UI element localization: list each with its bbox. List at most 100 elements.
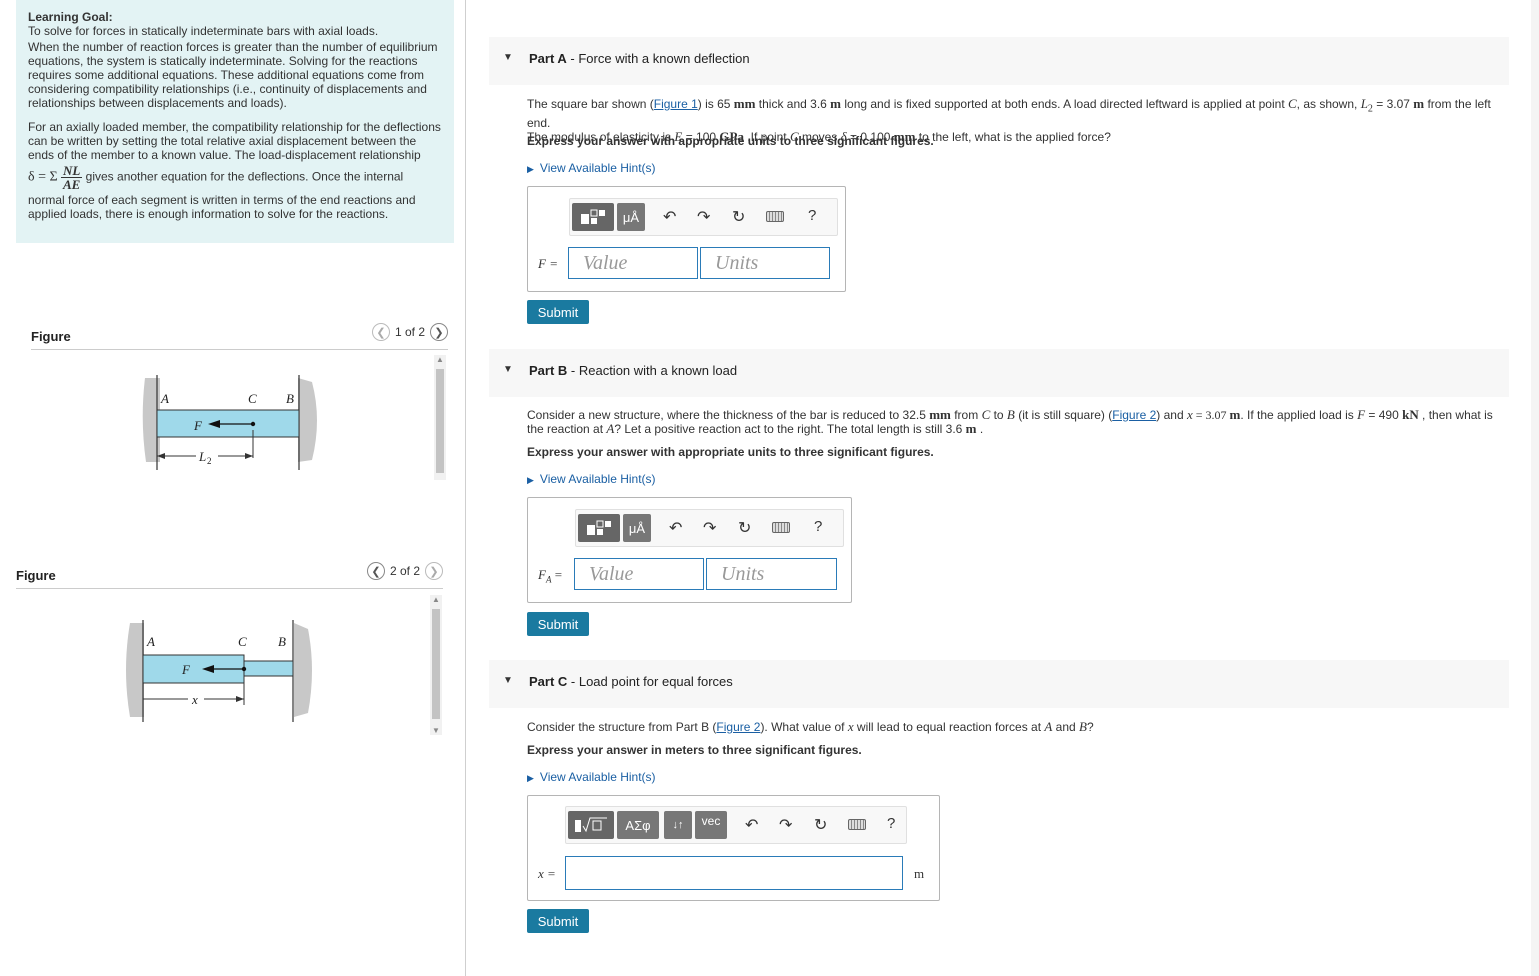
label-x-2: x — [191, 692, 198, 707]
reset-icon[interactable]: ↻ — [738, 518, 751, 538]
greek-button[interactable]: ΑΣφ — [617, 811, 659, 839]
collapse-part-c-icon[interactable]: ▼ — [503, 675, 513, 686]
text-span: from — [950, 408, 982, 422]
template-sqrt-button[interactable] — [568, 811, 614, 839]
next-figure-button[interactable]: ❯ — [430, 323, 448, 341]
part-a-units-input[interactable]: Units — [700, 247, 830, 279]
right-wall-2 — [294, 623, 312, 717]
units-button[interactable]: μÅ — [617, 203, 645, 231]
help-icon[interactable]: ? — [887, 815, 895, 832]
part-a-instructions: Express your answer with appropriate uni… — [527, 134, 934, 148]
learning-goal: Learning Goal: To solve for forces in st… — [16, 0, 454, 243]
expand-hint-icon: ▶ — [527, 164, 534, 174]
figure-2-scroll-thumb[interactable] — [432, 609, 440, 719]
text-span: Consider the structure from Part B ( — [527, 720, 717, 734]
figure-2-link-c[interactable]: Figure 2 — [716, 720, 760, 734]
value-x: = 3.07 — [1192, 408, 1230, 422]
collapse-part-b-icon[interactable]: ▼ — [503, 364, 513, 375]
prev-figure-2-button[interactable]: ❮ — [366, 562, 385, 580]
part-b-answer-box: μÅ ↶ ↷ ↻ ? FA = Value Units — [527, 497, 852, 603]
figure-1-scroll-thumb[interactable] — [436, 369, 444, 473]
part-b-header[interactable]: ▼ Part B - Reaction with a known load — [489, 349, 1509, 397]
part-b-letter: Part B — [529, 363, 568, 378]
vec-button[interactable]: vec — [695, 811, 727, 839]
unit-m: m — [965, 421, 977, 436]
text-span: long and is fixed supported at both ends… — [841, 97, 1288, 111]
help-icon[interactable]: ? — [808, 207, 816, 224]
text-span: ). What value of — [760, 720, 848, 734]
goal-paragraph-1: When the number of reaction forces is gr… — [28, 40, 438, 110]
part-c-hint-toggle[interactable]: ▶ View Available Hint(s) — [527, 770, 656, 784]
redo-icon[interactable]: ↷ — [779, 815, 792, 835]
figure-2-link[interactable]: Figure 2 — [1112, 408, 1156, 422]
part-c-answer-input[interactable] — [565, 856, 903, 890]
figure-1-scrollbar[interactable]: ▲ — [434, 355, 446, 480]
next-figure-2-button[interactable]: ❯ — [425, 562, 443, 580]
prev-figure-button[interactable]: ❮ — [371, 323, 390, 341]
help-icon[interactable]: ? — [814, 518, 822, 535]
part-b-hint-toggle[interactable]: ▶ View Available Hint(s) — [527, 472, 656, 486]
var-f: F — [1357, 407, 1366, 422]
part-c-answer-box: ΑΣφ ↓↑ vec ↶ ↷ ↻ ? x = m — [527, 795, 940, 901]
unit-m: m — [1229, 407, 1241, 422]
figure-1-counter: 1 of 2 — [394, 325, 425, 339]
text-span: ? Let a positive reaction act to the rig… — [614, 422, 966, 436]
template-button[interactable] — [572, 203, 614, 231]
goal-paragraph-2: For an axially loaded member, the compat… — [28, 120, 441, 162]
scroll-up-icon-2[interactable]: ▲ — [430, 595, 442, 604]
unit-m: m — [1413, 96, 1425, 111]
var-b: B — [1006, 407, 1015, 422]
thin-segment — [243, 660, 294, 677]
figure-1-label: Figure — [31, 329, 71, 344]
template-button[interactable] — [578, 514, 620, 542]
text-span: ) is 65 — [697, 97, 734, 111]
text-span: to — [990, 408, 1007, 422]
redo-icon[interactable]: ↷ — [703, 518, 716, 538]
equals-sign: = — [551, 567, 563, 582]
hint-label: View Available Hint(s) — [539, 770, 656, 784]
scroll-down-icon-2[interactable]: ▼ — [430, 726, 442, 735]
goal-paragraph-3b: normal force of each segment is written … — [28, 193, 416, 221]
reset-icon[interactable]: ↻ — [814, 815, 827, 835]
text-span: = 490 — [1365, 408, 1403, 422]
var-c: C — [1287, 96, 1297, 111]
part-a-submit-button[interactable]: Submit — [527, 300, 589, 324]
keyboard-icon[interactable] — [848, 819, 866, 830]
part-a-header[interactable]: ▼ Part A - Force with a known deflection — [489, 37, 1509, 85]
units-button[interactable]: μÅ — [623, 514, 651, 542]
part-a-hint-toggle[interactable]: ▶ View Available Hint(s) — [527, 161, 656, 175]
unit-m: m — [830, 96, 842, 111]
part-c-header[interactable]: ▼ Part C - Load point for equal forces — [489, 660, 1509, 708]
undo-icon[interactable]: ↶ — [669, 518, 682, 538]
reset-icon[interactable]: ↻ — [732, 207, 745, 227]
expand-hint-icon: ▶ — [527, 475, 534, 485]
figure-1-link[interactable]: Figure 1 — [654, 97, 698, 111]
part-a-toolbar: μÅ ↶ ↷ ↻ ? — [569, 198, 838, 236]
part-a-field-label: F = — [538, 256, 558, 271]
label-a-2: A — [146, 634, 155, 649]
figure-2-scrollbar[interactable]: ▲ ▼ — [430, 595, 442, 735]
scroll-up-icon[interactable]: ▲ — [434, 355, 446, 364]
undo-icon[interactable]: ↶ — [663, 207, 676, 227]
part-b-submit-button[interactable]: Submit — [527, 612, 589, 636]
part-c-submit-button[interactable]: Submit — [527, 909, 589, 933]
keyboard-icon[interactable] — [766, 211, 784, 222]
keyboard-icon[interactable] — [772, 522, 790, 533]
part-b-units-input[interactable]: Units — [706, 558, 837, 590]
text-span: The square bar shown ( — [527, 97, 654, 111]
redo-icon[interactable]: ↷ — [697, 207, 710, 227]
part-a-value-input[interactable]: Value — [568, 247, 698, 279]
load-displacement-equation: δ = Σ NL AE gives another equation for t… — [28, 164, 442, 191]
part-b-question: Consider a new structure, where the thic… — [527, 407, 1512, 437]
part-b-value-input[interactable]: Value — [574, 558, 704, 590]
undo-icon[interactable]: ↶ — [745, 815, 758, 835]
equation-lhs: δ = Σ — [28, 169, 58, 185]
label-l: L — [198, 449, 206, 464]
figure-2-label: Figure — [16, 568, 56, 583]
page-scrollbar[interactable] — [1531, 0, 1539, 976]
figure-1-nav: ❮ 1 of 2 ❯ — [371, 323, 448, 341]
label-b-2: B — [278, 634, 286, 649]
collapse-part-a-icon[interactable]: ▼ — [503, 52, 513, 63]
arrows-button[interactable]: ↓↑ — [664, 811, 692, 839]
text-span: , as shown, — [1296, 97, 1361, 111]
